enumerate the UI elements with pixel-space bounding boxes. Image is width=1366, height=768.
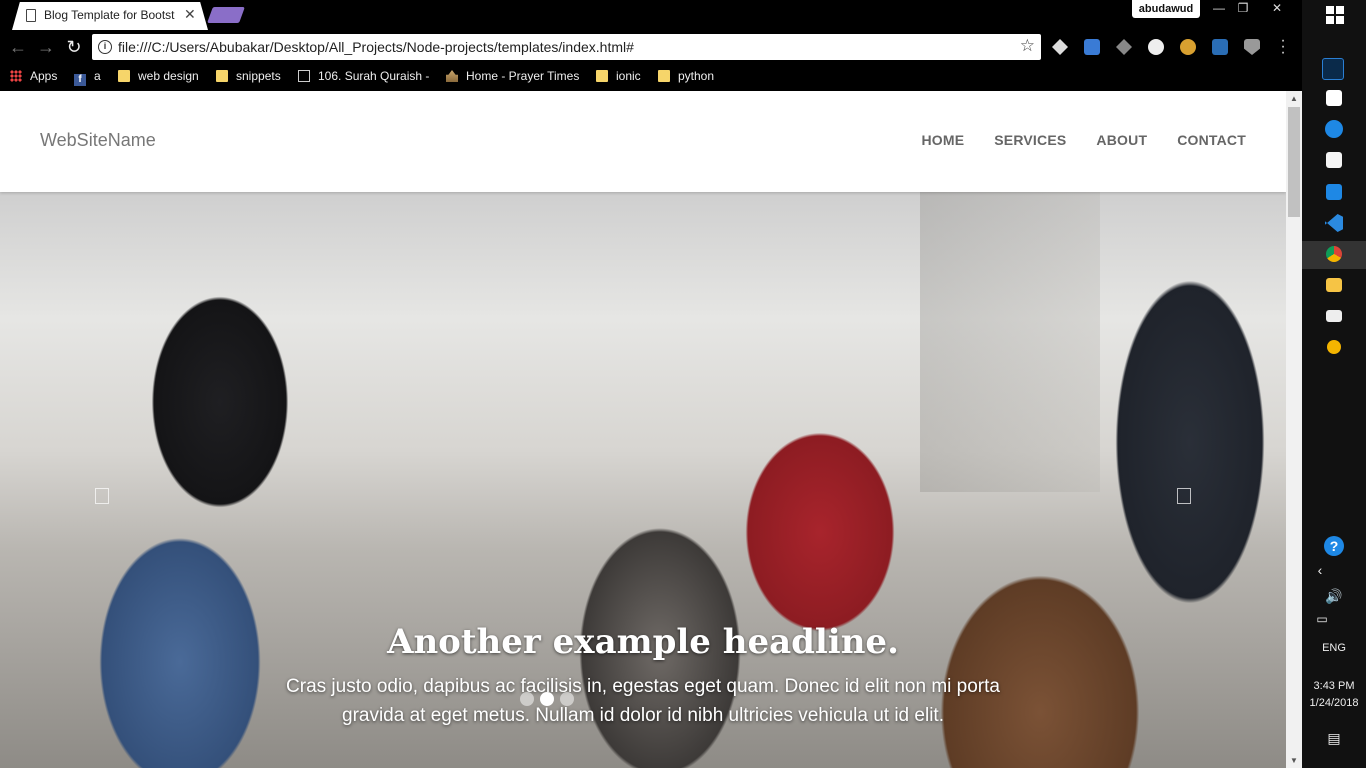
- windows-start-icon[interactable]: [1326, 6, 1344, 24]
- close-icon[interactable]: ✕: [184, 6, 196, 23]
- folder-icon: [118, 70, 130, 82]
- carousel-prev-button[interactable]: [95, 488, 109, 504]
- scroll-down-icon[interactable]: ▼: [1290, 756, 1298, 765]
- window-close-button[interactable]: ✕: [1262, 0, 1292, 18]
- bookmark-a[interactable]: fa: [74, 68, 101, 86]
- calendar-icon[interactable]: [1326, 152, 1342, 168]
- restore-button[interactable]: ❐: [1230, 0, 1256, 18]
- back-icon[interactable]: ←: [8, 37, 28, 57]
- browser-chrome: Blog Template for Bootst ✕ abudawud — ❐ …: [0, 0, 1302, 91]
- new-tab-button[interactable]: [207, 7, 245, 23]
- apps-grid-icon: [10, 70, 22, 82]
- menu-icon[interactable]: · · ·: [1278, 33, 1288, 61]
- hero-carousel: Another example headline. Cras justo odi…: [0, 192, 1286, 768]
- page-icon: [298, 70, 310, 82]
- chevron-left-icon[interactable]: ‹: [1288, 562, 1352, 578]
- remote-icon[interactable]: [1326, 184, 1342, 200]
- chrome-icon[interactable]: [1326, 246, 1342, 262]
- notifications-icon[interactable]: ▤: [1302, 730, 1366, 747]
- extension-icon[interactable]: [1180, 39, 1196, 55]
- hero-photo-detail: [920, 192, 1100, 492]
- carousel-caption: Another example headline. Cras justo odi…: [0, 622, 1286, 730]
- photoshop-icon[interactable]: [1322, 58, 1344, 80]
- browser-tab[interactable]: Blog Template for Bootst ✕: [12, 2, 208, 30]
- nav-home[interactable]: HOME: [921, 132, 964, 148]
- info-icon[interactable]: i: [98, 40, 112, 54]
- bookmark-web-design[interactable]: web design: [118, 68, 199, 86]
- bookmark-apps[interactable]: Apps: [10, 68, 57, 86]
- battery-icon[interactable]: ▭: [1290, 612, 1354, 626]
- carousel-indicator[interactable]: [540, 692, 554, 706]
- facebook-icon: f: [74, 74, 86, 86]
- bookmark-surah-quraish[interactable]: 106. Surah Quraish -: [298, 68, 429, 86]
- folder-icon: [658, 70, 670, 82]
- edge-icon[interactable]: [1325, 120, 1343, 138]
- carousel-indicator[interactable]: [520, 692, 534, 706]
- nav-about[interactable]: ABOUT: [1096, 132, 1147, 148]
- bookmarks-bar: Apps fa web design snippets 106. Surah Q…: [0, 64, 1302, 91]
- bookmark-python[interactable]: python: [658, 68, 714, 86]
- scroll-thumb[interactable]: [1288, 107, 1300, 217]
- folder-icon: [216, 70, 228, 82]
- file-explorer-icon[interactable]: [1326, 278, 1342, 292]
- extension-icon[interactable]: [1084, 39, 1100, 55]
- carousel-next-button[interactable]: [1177, 488, 1191, 504]
- app-icon[interactable]: [1327, 340, 1341, 354]
- volume-icon[interactable]: 🔊: [1302, 588, 1366, 605]
- help-icon[interactable]: ?: [1324, 536, 1344, 556]
- bookmark-prayer-times[interactable]: Home - Prayer Times: [446, 68, 579, 86]
- reload-icon[interactable]: ↻: [64, 37, 84, 57]
- bookmark-ionic[interactable]: ionic: [596, 68, 641, 86]
- carousel-indicator[interactable]: [560, 692, 574, 706]
- vertical-scrollbar[interactable]: ▲ ▼: [1286, 91, 1302, 768]
- nav-links: HOME SERVICES ABOUT CONTACT: [921, 132, 1246, 148]
- tab-strip: Blog Template for Bootst ✕ abudawud — ❐ …: [0, 0, 1302, 30]
- shield-icon[interactable]: [1244, 39, 1260, 55]
- nav-contact[interactable]: CONTACT: [1177, 132, 1246, 148]
- site-brand[interactable]: WebSiteName: [40, 130, 156, 151]
- carousel-text: Cras justo odio, dapibus ac facilisis in…: [286, 676, 1000, 726]
- mail-icon[interactable]: [1326, 310, 1342, 322]
- extension-icon[interactable]: [1212, 39, 1228, 55]
- carousel-indicators: [520, 692, 574, 706]
- url-text[interactable]: file:///C:/Users/Abubakar/Desktop/All_Pr…: [118, 39, 634, 55]
- store-icon[interactable]: [1326, 90, 1342, 106]
- windows-taskbar: ? ‹ 🔊 ▭ ENG 3:43 PM 1/24/2018 ▤: [1302, 0, 1366, 768]
- profile-button[interactable]: abudawud: [1132, 0, 1200, 18]
- address-bar[interactable]: i file:///C:/Users/Abubakar/Desktop/All_…: [92, 34, 1041, 60]
- extension-icon[interactable]: [1148, 39, 1164, 55]
- vscode-icon[interactable]: [1325, 214, 1343, 232]
- carousel-headline: Another example headline.: [387, 622, 899, 662]
- bookmark-star-icon[interactable]: ☆: [1020, 36, 1035, 56]
- extension-icon[interactable]: [1052, 39, 1068, 55]
- site-navbar: WebSiteName HOME SERVICES ABOUT CONTACT: [0, 91, 1286, 192]
- mosque-icon: [446, 70, 458, 82]
- bookmark-snippets[interactable]: snippets: [216, 68, 281, 86]
- forward-icon[interactable]: →: [36, 37, 56, 57]
- minimize-button[interactable]: —: [1206, 0, 1232, 18]
- browser-toolbar: ← → ↻ i file:///C:/Users/Abubakar/Deskto…: [0, 30, 1302, 64]
- tab-title: Blog Template for Bootst: [44, 8, 175, 22]
- extension-icon[interactable]: [1116, 39, 1132, 55]
- language-indicator[interactable]: ENG: [1302, 642, 1366, 654]
- nav-services[interactable]: SERVICES: [994, 132, 1066, 148]
- clock-time[interactable]: 3:43 PM: [1302, 680, 1366, 692]
- page-icon: [26, 9, 36, 22]
- folder-icon: [596, 70, 608, 82]
- page-viewport: WebSiteName HOME SERVICES ABOUT CONTACT …: [0, 91, 1286, 768]
- scroll-up-icon[interactable]: ▲: [1290, 94, 1298, 103]
- clock-date[interactable]: 1/24/2018: [1302, 697, 1366, 709]
